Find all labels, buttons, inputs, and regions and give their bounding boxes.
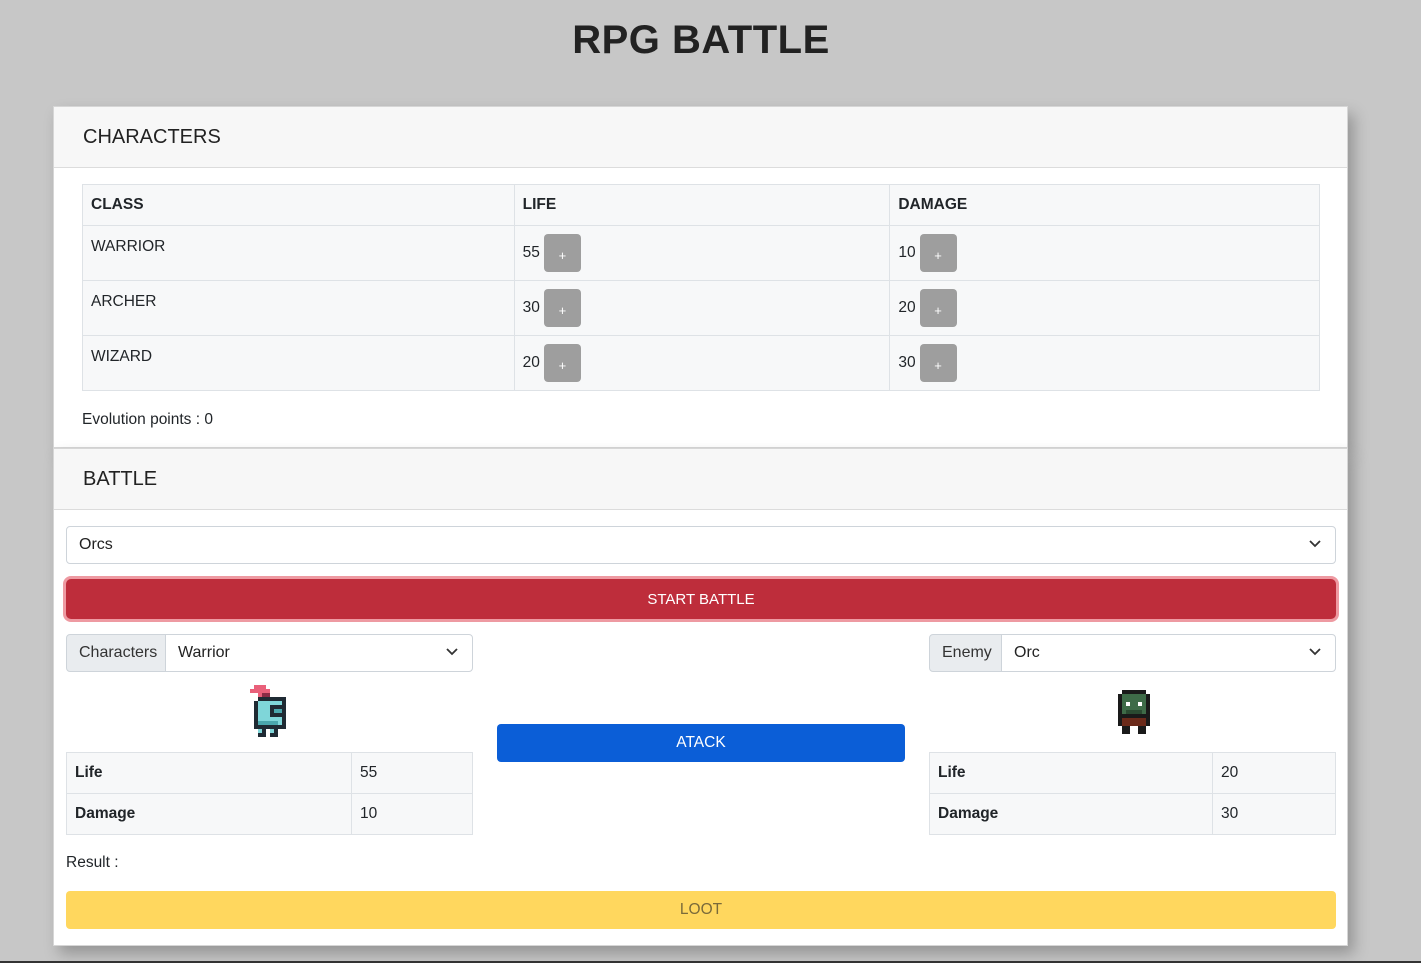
damage-value: 30 (1212, 793, 1336, 835)
table-row: Life 20 (929, 752, 1336, 794)
add-life-button[interactable]: + (543, 289, 581, 327)
page-title: RPG BATTLE (572, 18, 830, 62)
chevron-down-icon (1309, 648, 1321, 656)
enemy-stats-table: Life 20 Damage 30 (929, 752, 1336, 835)
start-battle-button[interactable]: START BATTLE (66, 579, 1336, 619)
characters-header: CHARACTERS (54, 107, 1347, 168)
damage-cell: 20 + (889, 280, 1320, 336)
life-label: Life (66, 752, 352, 794)
characters-table: CLASS LIFE DAMAGE WARRIOR 55 + 10 + ARCHER… (82, 184, 1320, 391)
add-damage-button[interactable]: + (919, 344, 957, 382)
loot-button[interactable]: LOOT (66, 891, 1336, 929)
life-cell: 30 + (513, 280, 891, 336)
class-cell: ARCHER (82, 280, 515, 336)
class-cell: WARRIOR (82, 225, 515, 281)
life-cell: 55 + (513, 225, 891, 281)
class-cell: WIZARD (82, 335, 515, 391)
table-row: Damage 10 (66, 793, 473, 835)
orc-sprite-icon (1118, 690, 1150, 734)
damage-cell: 30 + (889, 335, 1320, 391)
damage-label: Damage (66, 793, 352, 835)
character-select[interactable]: Warrior (165, 634, 473, 672)
damage-value: 30 (898, 354, 916, 371)
life-label: Life (929, 752, 1213, 794)
add-damage-button[interactable]: + (919, 289, 957, 327)
table-row: Life 55 (66, 752, 473, 794)
characters-card: CHARACTERS CLASS LIFE DAMAGE WARRIOR 55 +… (53, 106, 1348, 448)
enemy-group-select[interactable]: Orcs (66, 526, 1336, 564)
damage-value: 10 (898, 244, 916, 261)
life-value: 20 (522, 354, 540, 371)
column-header-damage: DAMAGE (889, 184, 1320, 226)
enemy-select[interactable]: Orc (1001, 634, 1336, 672)
chevron-down-icon (1309, 540, 1321, 548)
evolution-points: Evolution points : 0 (82, 411, 213, 428)
enemy-select-value: Orc (1014, 644, 1040, 661)
enemy-addon: Enemy (929, 634, 1002, 672)
battle-card: BATTLE Orcs START BATTLE Characters Warr… (53, 448, 1348, 946)
knight-sprite-icon (250, 685, 286, 737)
character-select-value: Warrior (178, 644, 230, 661)
add-damage-button[interactable]: + (919, 234, 957, 272)
add-life-button[interactable]: + (543, 344, 581, 382)
table-header-row: CLASS LIFE DAMAGE (82, 184, 1320, 226)
column-header-class: CLASS (82, 184, 515, 226)
damage-value: 20 (898, 299, 916, 316)
damage-value: 10 (351, 793, 473, 835)
chevron-down-icon (446, 648, 458, 656)
life-value: 55 (351, 752, 473, 794)
life-value: 55 (522, 244, 540, 261)
life-value: 30 (522, 299, 540, 316)
life-value: 20 (1212, 752, 1336, 794)
characters-addon: Characters (66, 634, 166, 672)
table-row: WIZARD 20 + 30 + (82, 335, 1320, 391)
damage-cell: 10 + (889, 225, 1320, 281)
add-life-button[interactable]: + (543, 234, 581, 272)
table-row: ARCHER 30 + 20 + (82, 280, 1320, 336)
enemy-group-value: Orcs (79, 536, 113, 553)
column-header-life: LIFE (513, 184, 891, 226)
character-stats-table: Life 55 Damage 10 (66, 752, 473, 835)
damage-label: Damage (929, 793, 1213, 835)
table-row: WARRIOR 55 + 10 + (82, 225, 1320, 281)
result-label: Result : (66, 854, 119, 871)
attack-button[interactable]: ATACK (497, 724, 905, 762)
table-row: Damage 30 (929, 793, 1336, 835)
battle-header: BATTLE (54, 449, 1347, 510)
life-cell: 20 + (513, 335, 891, 391)
